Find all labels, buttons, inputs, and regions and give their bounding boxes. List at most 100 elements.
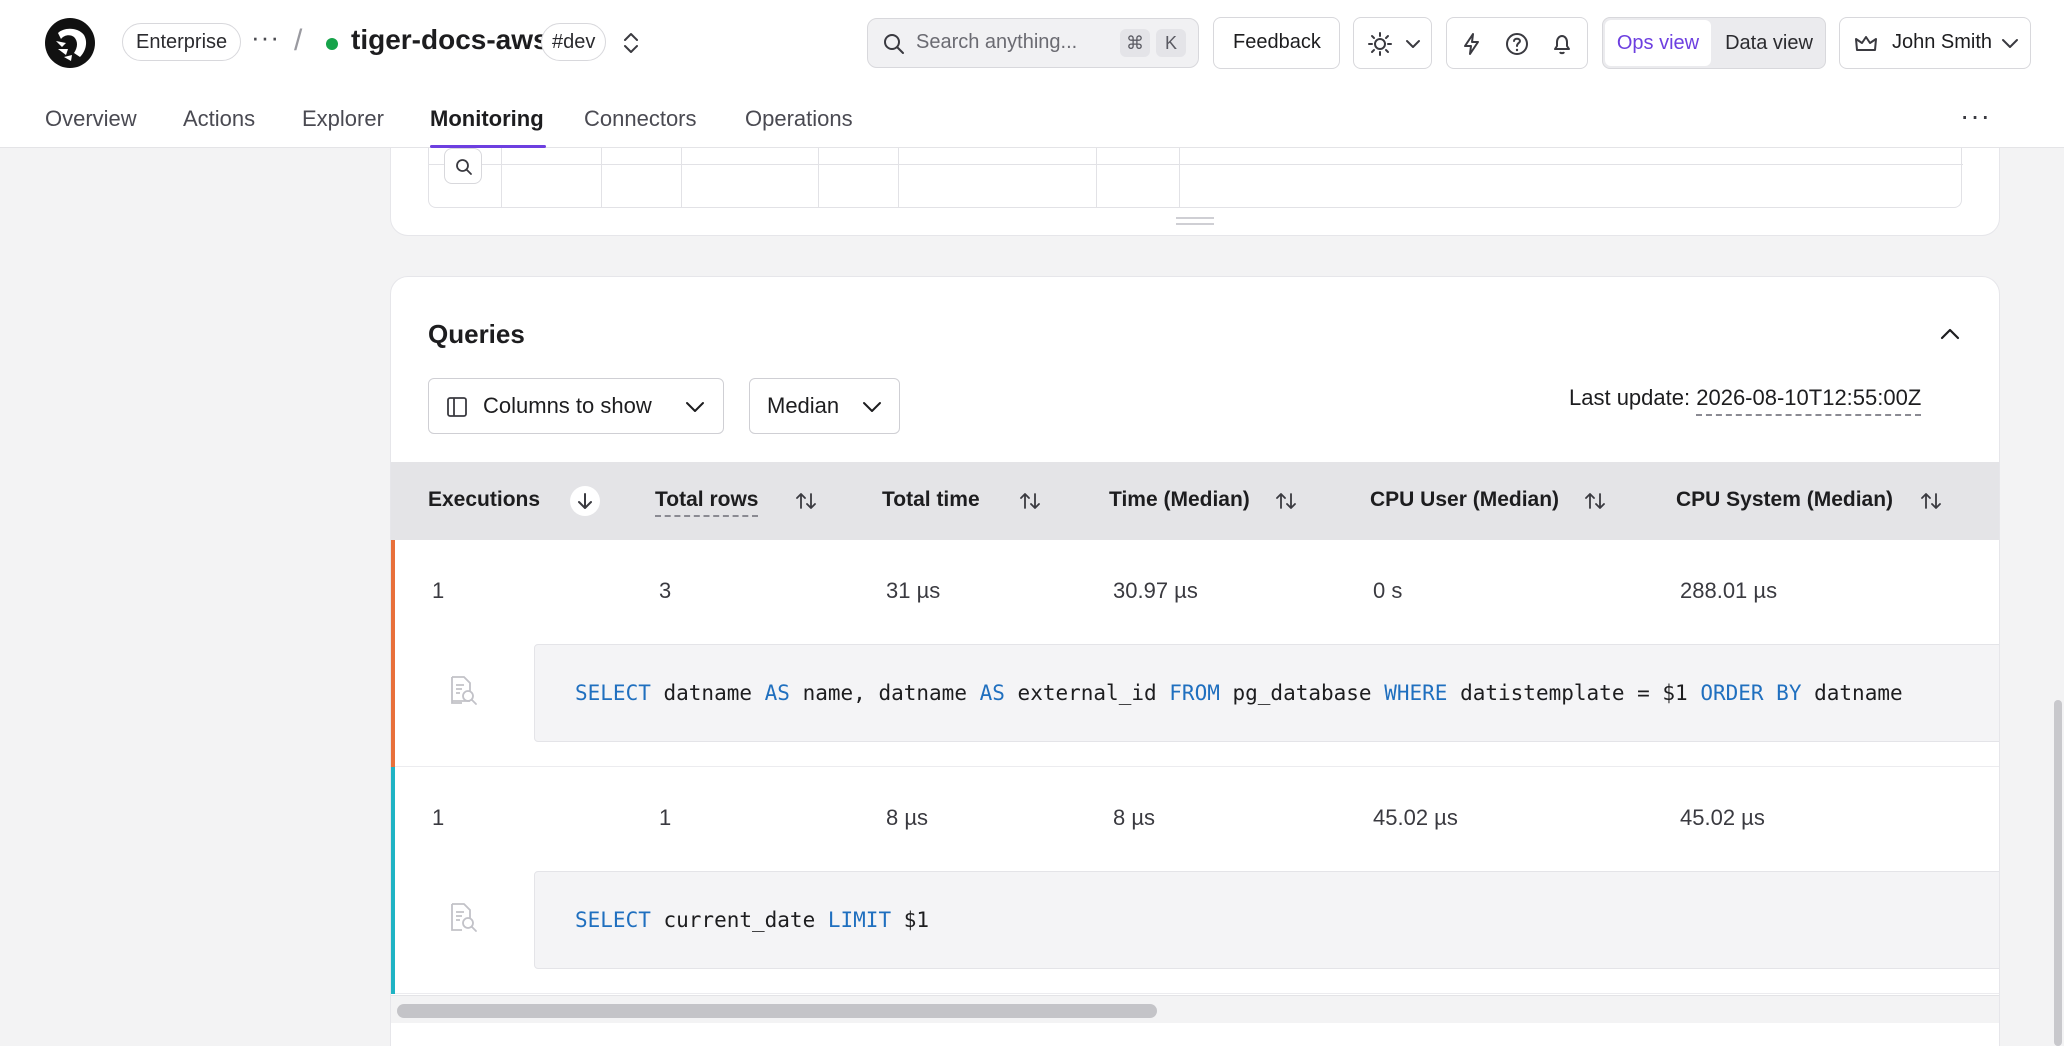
tab-overview[interactable]: Overview [45,106,137,132]
cell-executions: 1 [432,805,445,830]
sun-icon [1368,32,1392,56]
bell-icon[interactable] [1549,31,1575,57]
previous-panel-table [428,140,1963,208]
column-header-time-median[interactable]: Time (Median) [1109,488,1250,512]
cell-total-time: 8 µs [886,805,929,830]
chevron-down-icon [863,402,881,412]
top-bar: Enterprise ··· / tiger-docs-aws #dev Sea… [0,0,2064,148]
sql-text: external_id [1004,681,1170,705]
sort-descending-icon[interactable] [570,486,600,516]
sort-icon[interactable] [1015,486,1045,516]
quick-actions-group [1446,17,1588,69]
queries-table-header: Executions Total rows Total time Time (M… [391,462,1999,540]
tab-explorer[interactable]: Explorer [302,106,384,132]
columns-to-show-label: Columns to show [483,393,652,418]
data-view-button[interactable]: Data view [1713,20,1825,66]
sort-icon[interactable] [1580,486,1610,516]
cell-total-rows: 1 [659,805,672,830]
view-toggle: Ops view Data view [1602,17,1826,69]
ops-view-button[interactable]: Ops view [1605,20,1711,66]
search-icon [456,159,472,175]
sql-text: datname [1801,681,1903,705]
column-header-cpu-user-median[interactable]: CPU User (Median) [1370,488,1559,512]
sql-keyword: AS [764,681,790,705]
chevron-down-icon [2002,39,2018,48]
sort-icon[interactable] [1916,486,1946,516]
aggregate-select[interactable]: Median [749,378,900,434]
shortcut-cmd-key: ⌘ [1120,29,1150,57]
help-icon[interactable] [1504,31,1530,57]
columns-icon [447,397,467,417]
cell-cpu-system: 288.01 µs [1680,578,1778,603]
sql-text: name, datname [789,681,980,705]
cell-cpu-user: 0 s [1373,578,1403,603]
search-placeholder: Search anything... [916,31,1078,53]
crown-icon [1855,36,1877,51]
sort-icon[interactable] [1271,486,1301,516]
sql-text: datistemplate = $1 [1447,681,1701,705]
table-row[interactable]: 1 3 31 µs 30.97 µs 0 s 288.01 µs SELECT … [391,540,1999,767]
column-header-total-rows[interactable]: Total rows [655,488,759,517]
theme-toggle[interactable] [1353,17,1432,69]
chevron-down-icon [686,402,704,412]
cell-total-time: 31 µs [886,578,941,603]
sql-query-box[interactable]: SELECT current_date LIMIT $1 [534,871,1999,969]
tab-monitoring[interactable]: Monitoring [430,106,544,132]
cell-executions: 1 [432,578,445,603]
sql-text: datname [650,681,765,705]
tiger-logo-icon[interactable] [44,17,96,69]
last-update-value: 2026-08-10T12:55:00Z [1696,385,1922,416]
breadcrumb-more-icon[interactable]: ··· [251,22,280,53]
sql-keyword: LIMIT [827,908,892,932]
queries-panel: Queries Columns to show Median Last upda… [390,276,2000,1046]
collapse-chevron-up-icon[interactable] [1937,321,1963,347]
last-update-label: Last update: [1569,385,1691,410]
breadcrumb-separator: / [294,24,303,57]
cell-total-rows: 3 [659,578,672,603]
resize-handle[interactable] [1176,217,1214,225]
column-header-total-time[interactable]: Total time [882,488,980,512]
aggregate-select-value: Median [767,393,840,418]
tab-actions[interactable]: Actions [183,106,255,132]
project-name[interactable]: tiger-docs-aws [351,24,549,56]
columns-to-show-dropdown[interactable]: Columns to show [428,378,724,434]
sql-query-text: SELECT datname AS name, datname AS exter… [575,681,1903,705]
sql-text: $1 [891,908,930,932]
table-row[interactable]: 1 1 8 µs 8 µs 45.02 µs 45.02 µs SELECT c… [391,767,1999,994]
more-menu-icon[interactable]: ··· [1960,100,1991,132]
cell-cpu-system: 45.02 µs [1680,805,1765,830]
tab-connectors[interactable]: Connectors [584,106,697,132]
query-details-icon[interactable] [447,674,479,706]
page-scrollbar[interactable] [2054,700,2062,1046]
column-header-executions[interactable]: Executions [428,488,540,512]
shortcut-k-key: K [1156,29,1186,57]
chevron-down-icon [1406,40,1420,48]
tab-operations[interactable]: Operations [745,106,853,132]
service-status-dot [326,38,338,50]
switch-project-icon[interactable] [621,30,641,56]
plan-badge[interactable]: Enterprise [122,23,242,61]
sql-query-text: SELECT current_date LIMIT $1 [575,908,929,932]
sql-keyword: SELECT [575,908,651,932]
cell-cpu-user: 45.02 µs [1373,805,1458,830]
env-tag[interactable]: #dev [541,23,607,61]
feedback-label: Feedback [1233,31,1321,53]
sql-query-box[interactable]: SELECT datname AS name, datname AS exter… [534,644,1999,742]
table-search-button[interactable] [444,148,482,184]
sql-keyword: AS [979,681,1005,705]
table-horizontal-scrollbar[interactable] [391,995,1999,1023]
sort-icon[interactable] [791,486,821,516]
feedback-button[interactable]: Feedback [1213,17,1340,69]
query-details-icon[interactable] [447,901,479,933]
search-box[interactable]: Search anything... ⌘ K [867,18,1199,68]
row-color-bar [391,540,395,767]
column-header-cpu-system-median[interactable]: CPU System (Median) [1676,488,1893,512]
sql-keyword: FROM [1169,681,1220,705]
lightning-icon[interactable] [1459,31,1485,57]
user-menu-button[interactable]: John Smith [1839,17,2031,69]
sql-keyword: ORDER BY [1700,681,1802,705]
active-tab-indicator [430,145,546,148]
cell-time-median: 8 µs [1113,805,1156,830]
scrollbar-thumb[interactable] [397,1004,1157,1018]
sql-keyword: WHERE [1384,681,1448,705]
